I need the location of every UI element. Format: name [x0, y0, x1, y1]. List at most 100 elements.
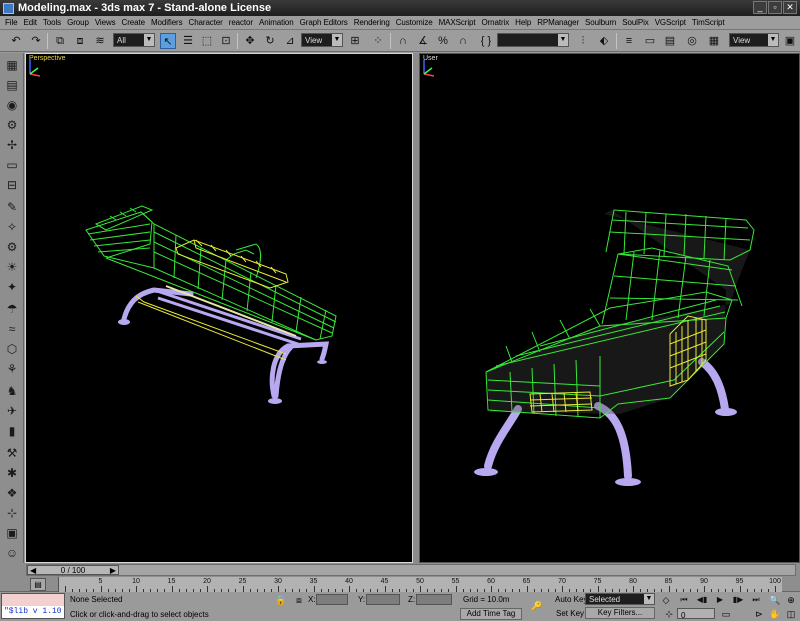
motion-icon[interactable]: ✢	[4, 137, 20, 153]
menu-item-ornatrix[interactable]: Ornatrix	[479, 18, 513, 27]
schematic-view-icon[interactable]: ▤	[662, 33, 678, 49]
layer-icon[interactable]: ▣	[4, 525, 20, 541]
maxscript-input-line[interactable]	[2, 594, 64, 606]
viewport-perspective[interactable]: Perspective	[25, 53, 413, 563]
reference-coord-dropdown[interactable]: View ▼	[301, 33, 343, 47]
quick-render-icon[interactable]: ▣	[782, 33, 798, 49]
zoom-all-icon[interactable]: ⊕	[785, 594, 797, 606]
curve-editor-icon[interactable]: ▭	[642, 33, 658, 49]
material-editor-icon[interactable]: ◎	[684, 33, 700, 49]
system-icon[interactable]: ⬡	[4, 341, 20, 357]
menu-item-views[interactable]: Views	[92, 18, 119, 27]
time-slider-thumb[interactable]: ◀ 0 / 100 ▶	[27, 565, 119, 575]
menu-item-vgscript[interactable]: VGScript	[652, 18, 689, 27]
current-frame-field[interactable]: 0	[677, 608, 715, 620]
percent-snap-icon[interactable]: %	[435, 33, 451, 49]
spinner-snap-icon[interactable]: ∩	[455, 33, 471, 49]
menu-item-reactor[interactable]: reactor	[226, 18, 256, 27]
bind-space-warp-icon[interactable]: ≋	[92, 33, 108, 49]
teapot-icon[interactable]: ◉	[4, 97, 20, 113]
menu-item-create[interactable]: Create	[119, 18, 148, 27]
align-icon[interactable]: ⬖	[596, 33, 612, 49]
menu-item-rendering[interactable]: Rendering	[351, 18, 393, 27]
absolute-mode-icon[interactable]: ⧈	[293, 594, 305, 606]
unlink-icon[interactable]: ⧈	[72, 33, 88, 49]
time-slider-track[interactable]: ◀ 0 / 100 ▶	[26, 564, 796, 576]
y-coordinate-field[interactable]	[366, 594, 400, 605]
menu-item-maxscript[interactable]: MAXScript	[436, 18, 479, 27]
z-coordinate-field[interactable]	[416, 594, 452, 605]
utilities-icon[interactable]: ⊟	[4, 177, 20, 193]
menu-item-timscript[interactable]: TimScript	[689, 18, 728, 27]
rotate-icon[interactable]: ↻	[262, 33, 278, 49]
menu-item-group[interactable]: Group	[64, 18, 92, 27]
camera-icon[interactable]: ✦	[4, 279, 20, 295]
play-icon[interactable]: ▶	[713, 594, 727, 606]
modify-icon[interactable]: ▤	[4, 77, 20, 93]
brush-icon[interactable]: ✎	[4, 199, 20, 215]
menu-item-soulpix[interactable]: SoulPix	[619, 18, 651, 27]
minimize-icon[interactable]: _	[753, 1, 767, 14]
display-icon[interactable]: ▭	[4, 157, 20, 173]
maxscript-listener[interactable]: "$lib v 1.10	[1, 593, 65, 619]
key-tangent-icon[interactable]: ◇	[660, 594, 672, 606]
scale-icon[interactable]: ⊿	[282, 33, 298, 49]
menu-item-modifiers[interactable]: Modifiers	[148, 18, 186, 27]
undo-icon[interactable]: ↶	[8, 33, 24, 49]
add-time-tag-button[interactable]: Add Time Tag	[460, 608, 522, 620]
wrench-icon[interactable]: ⚒	[4, 445, 20, 461]
helper-icon[interactable]: ☂	[4, 301, 20, 317]
set-key-icon[interactable]: 🔑	[530, 600, 544, 612]
create-geometry-icon[interactable]: ▦	[4, 57, 20, 73]
key-mode-toggle-icon[interactable]: ⊹	[663, 608, 675, 620]
viewport-user[interactable]: User	[419, 53, 800, 563]
mirror-icon[interactable]: ⫶	[575, 33, 591, 49]
menu-item-character[interactable]: Character	[186, 18, 226, 27]
select-manipulate-icon[interactable]: ⁘	[370, 33, 386, 49]
paint-icon[interactable]: ✱	[4, 465, 20, 481]
previous-frame-icon[interactable]: ◀▮	[695, 594, 709, 606]
render-view-dropdown[interactable]: View ▼	[729, 33, 779, 47]
field-of-view-icon[interactable]: ⊳	[753, 608, 765, 620]
time-configuration-icon[interactable]: ▭	[720, 608, 732, 620]
pan-icon[interactable]: ✋	[769, 608, 781, 620]
chevron-right-icon[interactable]: ▶	[110, 566, 116, 576]
user-icon[interactable]: ☺	[4, 545, 20, 561]
close-icon[interactable]: ✕	[783, 1, 797, 14]
redo-icon[interactable]: ↷	[28, 33, 44, 49]
snap-toggle-icon[interactable]: ∩	[395, 33, 411, 49]
named-selection-sets-icon[interactable]: { }	[478, 33, 494, 49]
menu-item-rpmanager[interactable]: RPManager	[534, 18, 582, 27]
menu-item-help[interactable]: Help	[512, 18, 534, 27]
character-icon[interactable]: ♞	[4, 383, 20, 399]
menu-item-file[interactable]: File	[2, 18, 21, 27]
key-mode-dropdown[interactable]: Selected ▼	[585, 593, 655, 605]
pivot-center-icon[interactable]: ⊞	[347, 33, 363, 49]
named-selection-dropdown[interactable]: ▼	[497, 33, 569, 47]
angle-snap-icon[interactable]: ∡	[415, 33, 431, 49]
key-mode-icon[interactable]: ▤	[30, 578, 46, 591]
render-scene-icon[interactable]: ▦	[706, 33, 722, 49]
window-crossing-icon[interactable]: ⊡	[218, 33, 234, 49]
zoom-icon[interactable]: 🔍	[769, 594, 781, 606]
settings-icon[interactable]: ⚙	[4, 239, 20, 255]
particle-icon[interactable]: ⚘	[4, 361, 20, 377]
layer-manager-icon[interactable]: ≡	[621, 33, 637, 49]
go-to-start-icon[interactable]: ⏮	[677, 594, 691, 606]
hierarchy-icon[interactable]: ⚙	[4, 117, 20, 133]
select-object-icon[interactable]: ↖	[160, 33, 176, 49]
space-warp-icon[interactable]: ≈	[4, 321, 20, 337]
maximize-viewport-icon[interactable]: ◫	[785, 608, 797, 620]
maximize-icon[interactable]: ▫	[768, 1, 782, 14]
move-icon[interactable]: ✥	[242, 33, 258, 49]
rectangular-selection-icon[interactable]: ⬚	[199, 33, 215, 49]
select-by-name-icon[interactable]: ☰	[180, 33, 196, 49]
bone-icon[interactable]: ✈	[4, 403, 20, 419]
link-icon[interactable]: ⧉	[52, 33, 68, 49]
menu-item-customize[interactable]: Customize	[393, 18, 436, 27]
menu-item-tools[interactable]: Tools	[40, 18, 64, 27]
x-coordinate-field[interactable]	[316, 594, 348, 605]
menu-item-soulburn[interactable]: Soulburn	[582, 18, 619, 27]
deform-icon[interactable]: ▮	[4, 423, 20, 439]
frame-ruler[interactable]: 5 10 15 20 25 30 35 40 45 50 55 60 65 70 75 80 85 90 95 100	[58, 577, 782, 592]
